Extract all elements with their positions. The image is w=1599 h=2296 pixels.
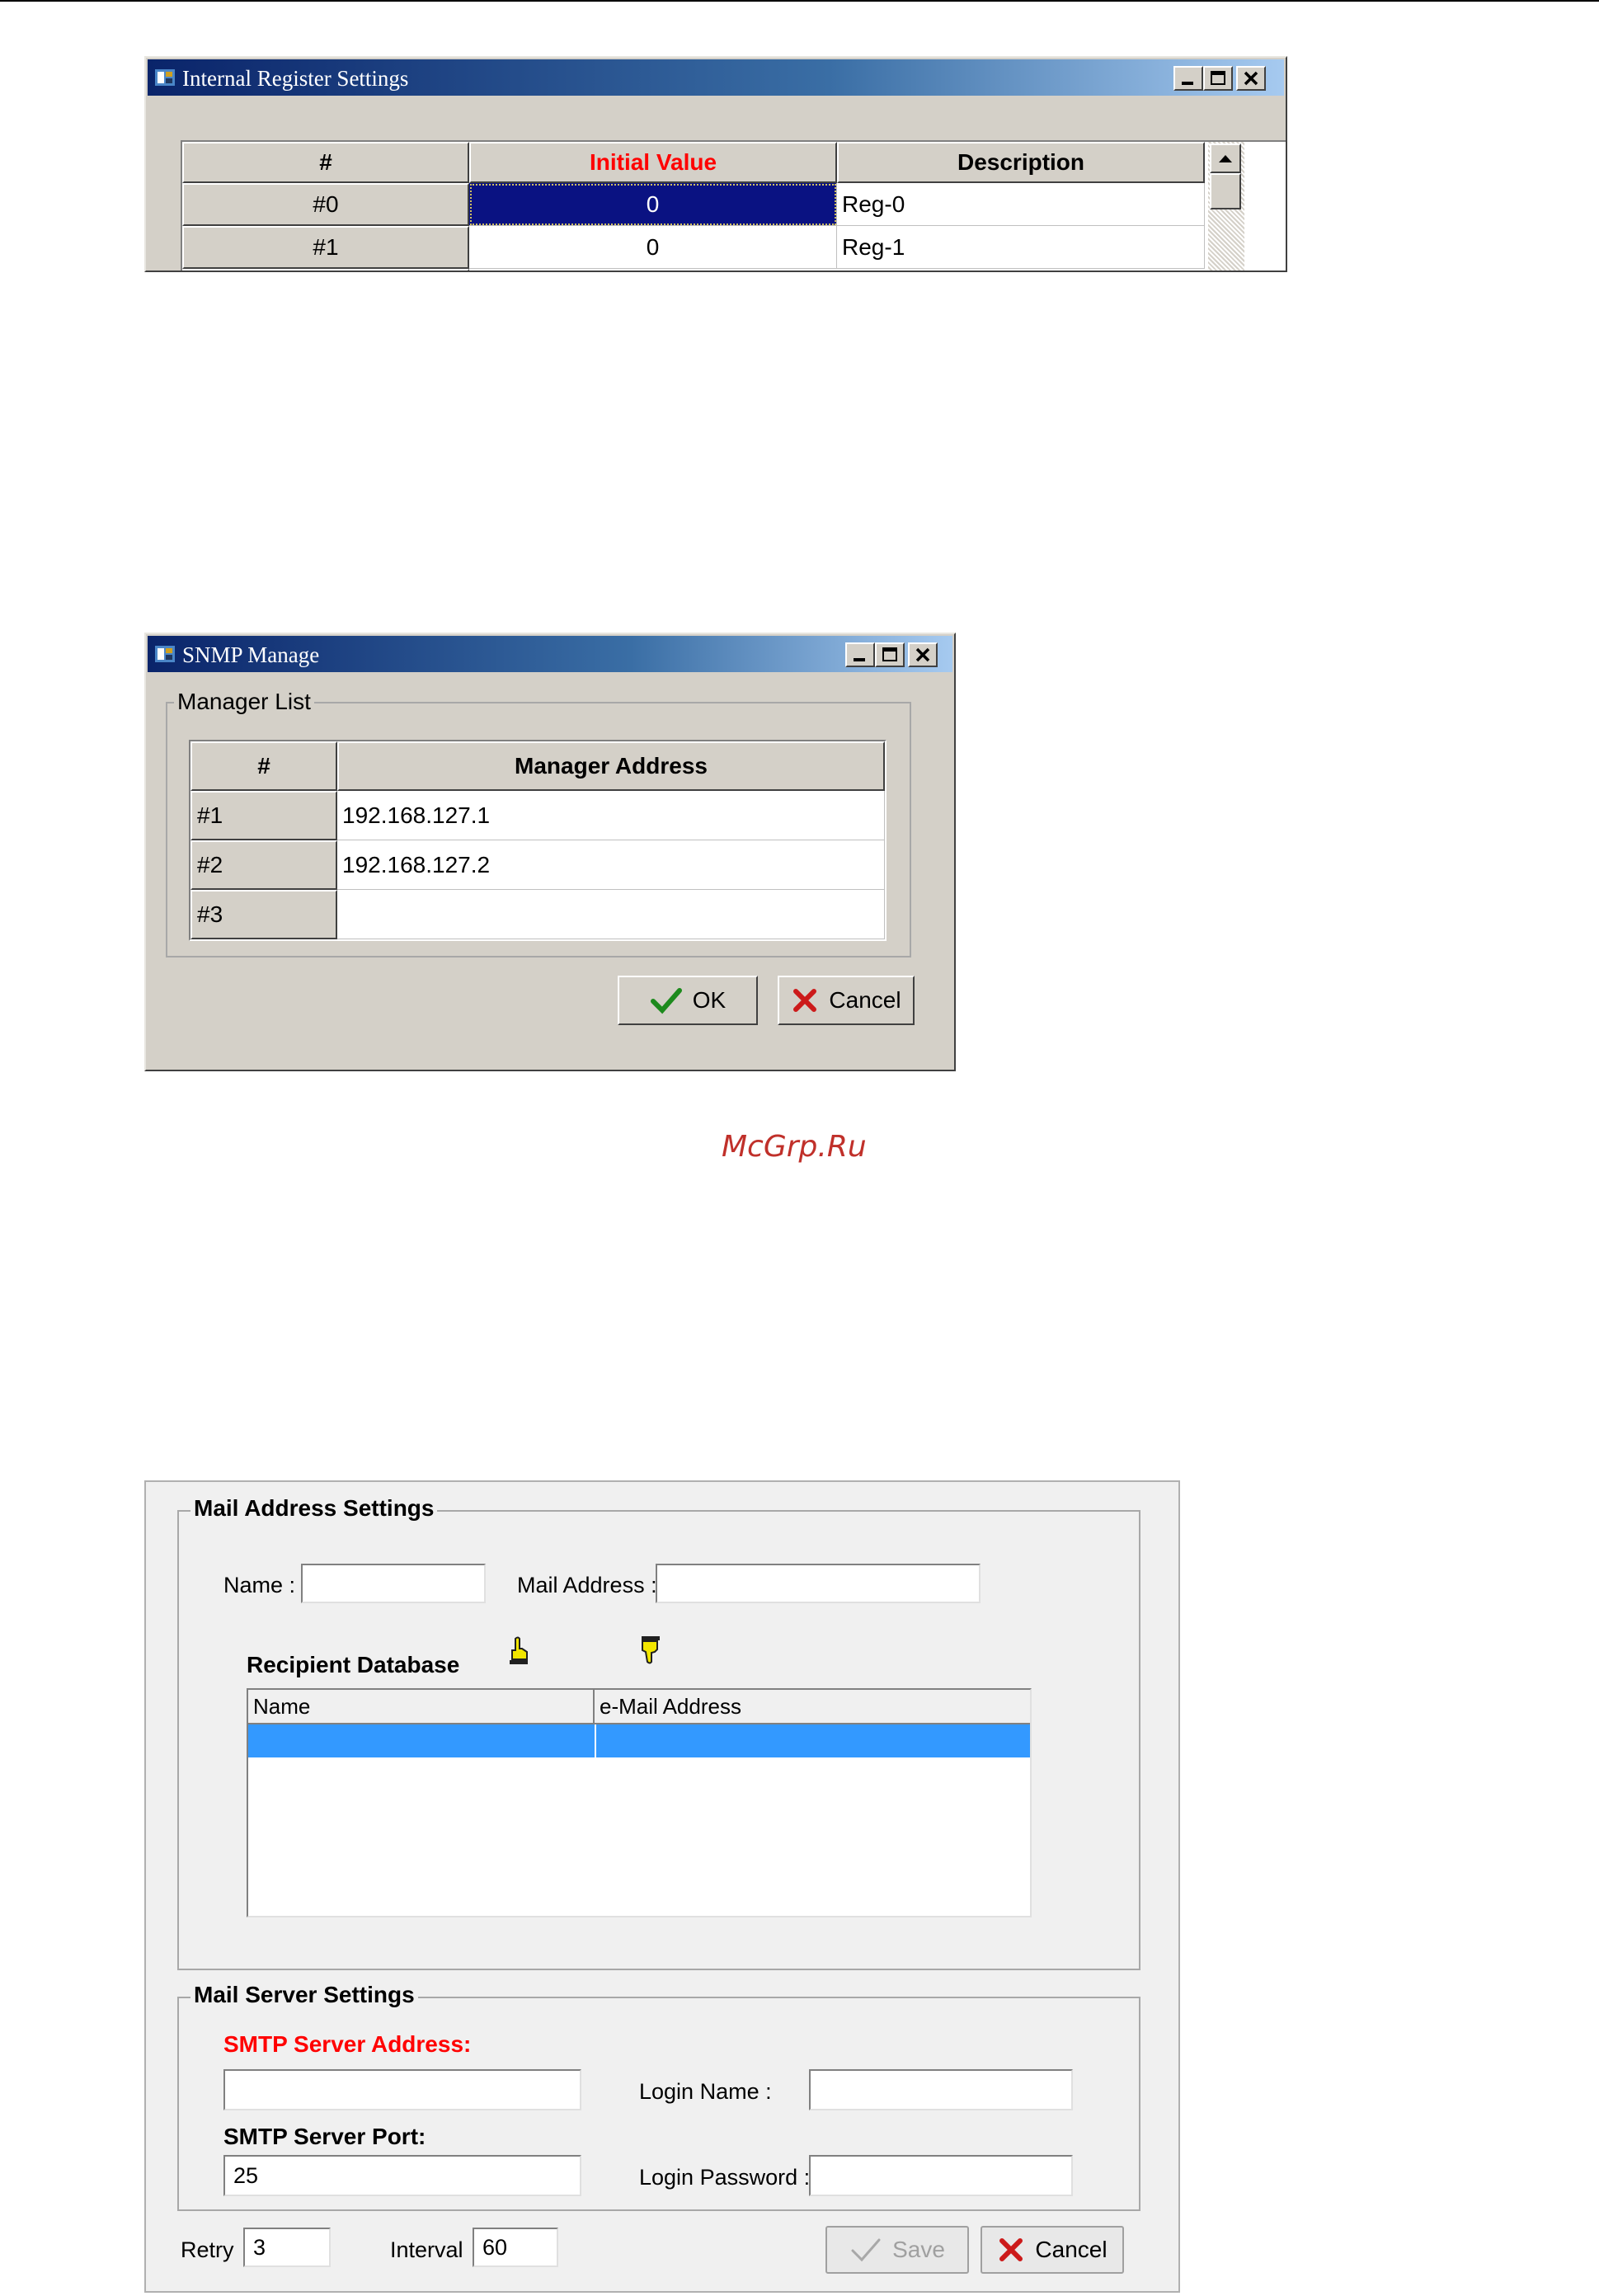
save-button-label: Save xyxy=(892,2237,945,2262)
name-input[interactable] xyxy=(301,1564,486,1603)
maximize-button[interactable] xyxy=(875,642,905,667)
column-header-initial-value[interactable]: Initial Value xyxy=(469,142,837,183)
page-top-rule xyxy=(0,0,1599,2)
row-number-cell: #3 xyxy=(190,890,337,939)
close-icon xyxy=(1244,71,1258,86)
maximize-icon xyxy=(882,647,897,661)
recipient-table: Name e-Mail Address xyxy=(247,1688,1032,1917)
column-header-number[interactable]: # xyxy=(182,142,469,183)
minimize-icon xyxy=(854,658,865,661)
arrow-up-icon xyxy=(1219,155,1232,162)
recipient-database-label: Recipient Database xyxy=(247,1652,460,1677)
initial-value-cell[interactable]: 0 xyxy=(469,226,837,269)
cancel-button-label: Cancel xyxy=(829,987,901,1013)
register-grid: # Initial Value Description #0 0 Reg-0 #… xyxy=(181,140,1286,271)
check-icon xyxy=(851,2238,881,2262)
smtp-server-port-label: SMTP Server Port: xyxy=(223,2124,426,2149)
row-number-cell: #1 xyxy=(190,791,337,840)
row-number-cell: #0 xyxy=(182,183,469,226)
scroll-up-button[interactable] xyxy=(1210,144,1241,173)
maximize-button[interactable] xyxy=(1203,66,1233,91)
cancel-button-label: Cancel xyxy=(1035,2237,1108,2262)
maximize-icon xyxy=(1211,71,1225,85)
watermark-text: McGrp.Ru xyxy=(722,1130,867,1164)
interval-input[interactable] xyxy=(473,2228,558,2267)
snmp-window-title: SNMP Manage xyxy=(182,642,320,667)
save-button[interactable]: Save xyxy=(825,2226,969,2274)
ok-button-label: OK xyxy=(692,987,727,1013)
selected-table-row[interactable] xyxy=(248,1724,1030,1757)
manager-address-cell[interactable]: 192.168.127.1 xyxy=(337,791,885,840)
login-password-input[interactable] xyxy=(809,2155,1073,2196)
initial-value-cell-selected[interactable]: 0 xyxy=(469,183,837,226)
minimize-icon xyxy=(1182,82,1193,85)
login-password-label: Login Password : xyxy=(639,2165,811,2190)
register-window-titlebar[interactable]: Internal Register Settings xyxy=(148,59,1284,96)
interval-label: Interval xyxy=(390,2237,463,2262)
check-icon xyxy=(650,988,682,1014)
column-header-manager-address[interactable]: Manager Address xyxy=(337,741,885,791)
row-number-cell: #1 xyxy=(182,226,469,269)
register-settings-window: Internal Register Settings # Initial Val… xyxy=(144,56,1287,272)
description-cell[interactable]: Reg-1 xyxy=(837,226,1205,269)
ok-button[interactable]: OK xyxy=(618,976,758,1025)
column-header-number[interactable]: # xyxy=(190,741,337,791)
cancel-button[interactable]: Cancel xyxy=(981,2226,1124,2274)
retry-label: Retry xyxy=(181,2237,234,2262)
close-button[interactable] xyxy=(1236,66,1266,91)
cross-icon xyxy=(999,2238,1023,2261)
hand-up-icon[interactable] xyxy=(507,1635,532,1665)
login-name-input[interactable] xyxy=(809,2069,1073,2110)
name-label: Name : xyxy=(223,1573,296,1597)
snmp-manage-window: SNMP Manage Manager List # Manager Addre… xyxy=(144,633,956,1071)
row-number-cell: #2 xyxy=(190,840,337,890)
smtp-server-port-input[interactable] xyxy=(223,2155,581,2196)
app-icon xyxy=(155,646,175,662)
app-icon xyxy=(155,69,175,86)
manager-address-cell[interactable] xyxy=(337,890,885,939)
scroll-thumb[interactable] xyxy=(1210,173,1241,209)
column-divider xyxy=(595,1724,596,1757)
manager-list-label: Manager List xyxy=(174,689,314,715)
close-button[interactable] xyxy=(908,642,938,667)
login-name-label: Login Name : xyxy=(639,2079,772,2104)
snmp-window-titlebar[interactable]: SNMP Manage xyxy=(148,636,952,672)
column-header-name[interactable]: Name xyxy=(248,1690,595,1724)
description-cell[interactable]: Reg-0 xyxy=(837,183,1205,226)
vertical-scrollbar[interactable] xyxy=(1208,142,1244,271)
mail-settings-panel: Mail Address Settings Name : Mail Addres… xyxy=(144,1480,1180,2293)
mail-address-input[interactable] xyxy=(656,1564,981,1603)
cross-icon xyxy=(793,989,817,1012)
mail-server-group-label: Mail Server Settings xyxy=(190,1982,418,2008)
manager-grid: # Manager Address #1 192.168.127.1 #2 19… xyxy=(189,740,887,941)
mail-address-label: Mail Address : xyxy=(517,1573,657,1597)
smtp-server-address-input[interactable] xyxy=(223,2069,581,2110)
retry-input[interactable] xyxy=(243,2228,331,2267)
hand-down-icon[interactable] xyxy=(637,1635,662,1665)
mail-address-group-label: Mail Address Settings xyxy=(190,1495,438,1522)
minimize-button[interactable] xyxy=(1173,66,1203,91)
column-header-description[interactable]: Description xyxy=(837,142,1205,183)
smtp-server-address-label: SMTP Server Address: xyxy=(223,2031,472,2057)
close-icon xyxy=(915,647,930,662)
minimize-button[interactable] xyxy=(845,642,875,667)
column-header-email[interactable]: e-Mail Address xyxy=(595,1690,1030,1724)
register-window-title: Internal Register Settings xyxy=(182,66,409,91)
manager-address-cell[interactable]: 192.168.127.2 xyxy=(337,840,885,890)
cancel-button[interactable]: Cancel xyxy=(778,976,915,1025)
row-number-cell xyxy=(182,269,469,271)
